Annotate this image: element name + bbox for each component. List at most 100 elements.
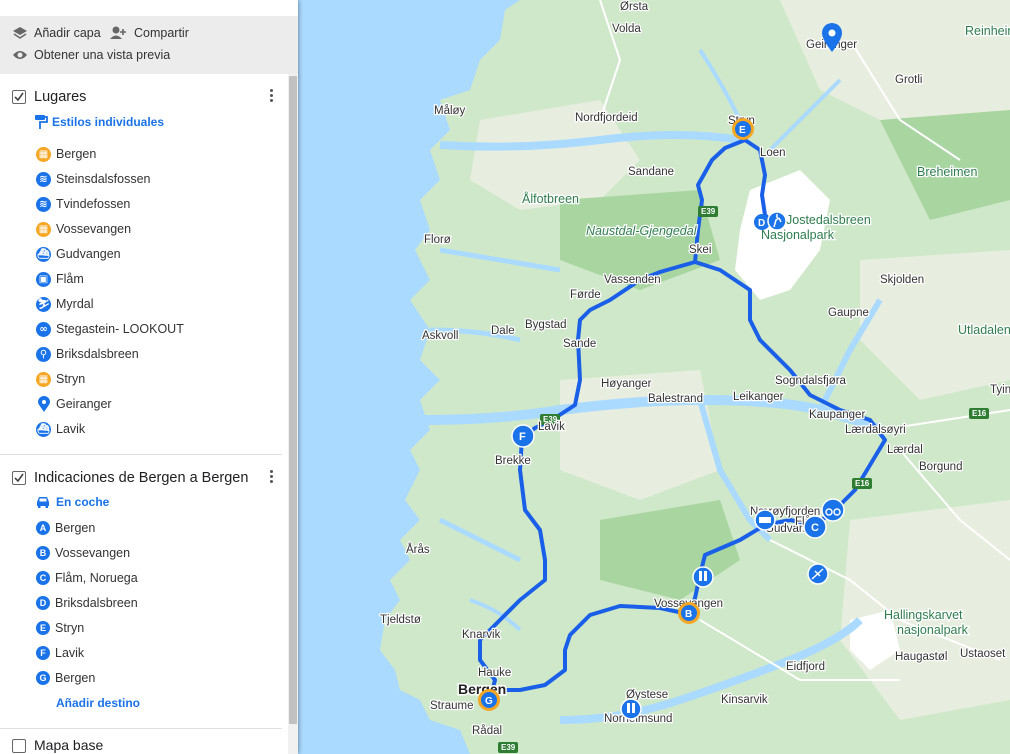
list-item[interactable]: ⚲ Briksdalsbreen xyxy=(36,345,139,363)
list-item[interactable]: ▣ Flåm xyxy=(36,270,84,288)
layer-directions-menu-icon[interactable] xyxy=(270,468,274,485)
map-place-label: Rådal xyxy=(472,725,502,737)
preview-button[interactable]: Obtener una vista previa xyxy=(12,48,170,62)
share-label: Compartir xyxy=(134,26,189,40)
ferry-icon: ⛴ xyxy=(36,421,51,437)
list-item[interactable]: ▦ Vossevangen xyxy=(36,220,131,238)
list-item[interactable]: ⛴ Gudvangen xyxy=(36,245,121,263)
marker-c-flam[interactable]: C xyxy=(803,515,827,539)
map-place-label: Høyanger xyxy=(601,378,652,390)
map-place-label: Volda xyxy=(612,23,641,35)
svg-text:E: E xyxy=(739,125,746,136)
map-place-label: Ustaoset xyxy=(960,648,1006,660)
list-item-label: Lavik xyxy=(56,422,86,436)
map-place-label: Knarvik xyxy=(462,629,501,641)
marker-b-vossevangen[interactable]: B xyxy=(678,602,700,624)
route-stop[interactable]: C Flåm, Noruega xyxy=(36,569,138,587)
list-item-label: Myrdal xyxy=(56,297,94,311)
list-item[interactable]: ⛴ Lavik xyxy=(36,420,85,438)
stop-letter-icon: F xyxy=(36,646,50,660)
svg-text:E16: E16 xyxy=(972,409,987,418)
map-place-label: Førde xyxy=(570,289,601,301)
route-stop[interactable]: E Stryn xyxy=(36,619,84,637)
add-person-icon xyxy=(110,26,126,39)
marker-tvindefossen[interactable] xyxy=(692,566,714,588)
marker-myrdal[interactable] xyxy=(807,563,829,585)
map-place-label: Lærdalsøyri xyxy=(845,424,906,436)
layer-lugares-menu-icon[interactable] xyxy=(270,87,274,104)
svg-text:F: F xyxy=(519,431,526,443)
route-stop[interactable]: D Briksdalsbreen xyxy=(36,594,138,612)
layer-lugares-title[interactable]: Lugares xyxy=(34,89,86,105)
route-stop[interactable]: A Bergen xyxy=(36,519,95,537)
marker-e-stryn[interactable]: E xyxy=(732,118,754,140)
add-layer-button[interactable]: Añadir capa xyxy=(12,26,101,40)
map-place-label: Loen xyxy=(760,147,786,159)
marker-gudvangen[interactable] xyxy=(754,509,776,531)
map-place-label: Dale xyxy=(491,325,515,337)
car-icon xyxy=(37,497,49,508)
stop-letter-icon: G xyxy=(36,671,50,685)
map-place-label: Florø xyxy=(424,234,451,246)
route-stop[interactable]: F Lavik xyxy=(36,644,84,662)
travel-mode-link[interactable]: En coche xyxy=(36,495,109,509)
map-place-label: Utladalen xyxy=(958,323,1010,337)
map-place-label: Balestrand xyxy=(648,393,703,405)
add-destination-button[interactable]: Añadir destino xyxy=(56,696,140,710)
list-item[interactable]: Geiranger xyxy=(36,395,112,413)
list-item-label: Steinsdalsfossen xyxy=(56,172,151,186)
map-place-label: Eidfjord xyxy=(786,661,825,673)
marker-d-briksdalsbreen[interactable]: D xyxy=(754,211,787,231)
layer-divider xyxy=(0,728,282,729)
map-place-label: Breheimen xyxy=(917,165,977,179)
list-item-label: Stegastein- LOOKOUT xyxy=(56,322,184,336)
map-place-label: Sandane xyxy=(628,166,674,178)
scrollbar-thumb[interactable] xyxy=(289,76,297,724)
map-place-label: Lavik xyxy=(538,421,565,433)
add-layer-label: Añadir capa xyxy=(34,26,101,40)
layer-directions-checkbox[interactable] xyxy=(12,471,26,485)
marker-g-bergen[interactable]: G xyxy=(478,689,500,711)
list-item-label: Stryn xyxy=(56,372,86,386)
layer-lugares-checkbox[interactable] xyxy=(12,90,26,104)
list-item[interactable]: ▦ Stryn xyxy=(36,370,85,388)
preview-label: Obtener una vista previa xyxy=(34,48,171,62)
share-button[interactable]: Compartir xyxy=(110,26,189,40)
list-item-label: Tvindefossen xyxy=(56,197,131,211)
map-place-label: Brekke xyxy=(495,455,531,467)
individual-styles-label: Estilos individuales xyxy=(52,115,165,129)
individual-styles-link[interactable]: Estilos individuales xyxy=(35,114,165,130)
list-item[interactable]: ≋ Steinsdalsfossen xyxy=(36,170,151,188)
stop-letter-icon: C xyxy=(36,571,50,585)
route-stop[interactable]: B Vossevangen xyxy=(36,544,130,562)
list-item-label: Geiranger xyxy=(56,397,112,411)
map-place-label: Leikanger xyxy=(733,391,784,403)
map-place-label: Naustdal-Gjengedal xyxy=(586,224,698,238)
map-place-label: Hallingskarvet xyxy=(884,608,963,622)
eye-icon xyxy=(13,51,27,59)
map-place-label: Nordfjordeid xyxy=(575,112,638,124)
svg-text:D: D xyxy=(758,218,765,229)
layer-directions-title[interactable]: Indicaciones de Bergen a Bergen xyxy=(34,470,248,486)
train-icon: ▣ xyxy=(36,271,51,287)
map-place-label: Jostedalsbreen xyxy=(786,213,871,227)
marker-steinsdalsfossen[interactable] xyxy=(620,698,642,720)
map-place-label: Måløy xyxy=(434,105,466,117)
layer-basemap-checkbox[interactable] xyxy=(12,739,26,753)
list-item-label: Bergen xyxy=(56,147,97,161)
marker-stegastein[interactable] xyxy=(821,498,845,522)
list-item[interactable]: ∞ Stegastein- LOOKOUT xyxy=(36,320,184,338)
hiking-icon: ⚲ xyxy=(36,346,51,362)
map-place-label: Reinheim xyxy=(965,24,1010,38)
map-place-label: Grotli xyxy=(895,74,922,86)
list-item[interactable]: ▦ Bergen xyxy=(36,145,96,163)
marker-f-lavik[interactable]: F xyxy=(511,424,535,448)
list-item[interactable]: ⛷ Myrdal xyxy=(36,295,94,313)
route-stop-label: Lavik xyxy=(55,646,85,660)
layer-basemap-title[interactable]: Mapa base xyxy=(34,737,103,753)
list-item[interactable]: ≋ Tvindefossen xyxy=(36,195,130,213)
svg-text:E39: E39 xyxy=(501,743,516,752)
route-stop-label: Vossevangen xyxy=(55,546,131,560)
route-stop[interactable]: G Bergen xyxy=(36,669,95,687)
map-place-label: Gaupne xyxy=(828,307,869,319)
